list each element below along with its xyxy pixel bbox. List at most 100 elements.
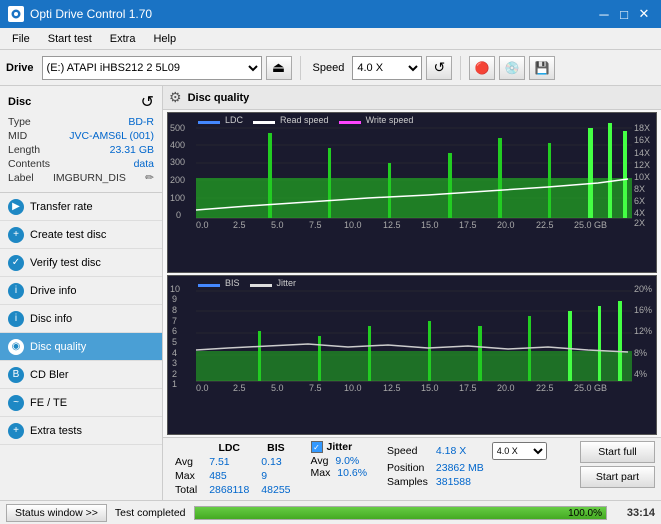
svg-text:2.5: 2.5	[233, 383, 246, 393]
app-logo	[8, 6, 24, 22]
stats-avg-row: Avg 7.51 0.13	[169, 455, 297, 469]
progress-text: 100.0%	[568, 507, 602, 520]
speed-info-value: 4.18 X	[432, 441, 488, 461]
bis-legend-color	[198, 284, 220, 287]
stats-total-row: Total 2868118 48255	[169, 483, 297, 497]
svg-text:18X: 18X	[634, 123, 650, 133]
position-value: 23862 MB	[432, 461, 488, 475]
ldc-legend: LDC	[198, 115, 243, 125]
svg-text:0: 0	[176, 210, 181, 220]
read-speed-legend-color	[253, 121, 275, 124]
col-bis: BIS	[255, 441, 296, 455]
menu-file[interactable]: File	[4, 31, 38, 47]
close-button[interactable]: ✕	[635, 5, 653, 23]
verify-test-disc-icon: ✓	[8, 255, 24, 271]
burn-button[interactable]: 💿	[499, 56, 525, 80]
stats-max-ldc: 485	[203, 469, 255, 483]
disc-mid-label: MID	[8, 130, 27, 142]
menubar: File Start test Extra Help	[0, 28, 661, 50]
samples-value: 381588	[432, 475, 488, 489]
app-title: Opti Drive Control 1.70	[30, 7, 152, 21]
sidebar-item-disc-info[interactable]: i Disc info	[0, 305, 162, 333]
settings-button[interactable]: 🔴	[469, 56, 495, 80]
bottom-legend: BIS Jitter	[198, 278, 296, 288]
disc-length-label: Length	[8, 144, 40, 156]
svg-text:16X: 16X	[634, 135, 650, 145]
start-full-button[interactable]: Start full	[580, 441, 655, 463]
sidebar-item-fe-te[interactable]: ~ FE / TE	[0, 389, 162, 417]
ldc-legend-label: LDC	[225, 115, 243, 125]
stats-total-bis: 48255	[255, 483, 296, 497]
start-part-button[interactable]: Start part	[580, 466, 655, 488]
maximize-button[interactable]: □	[615, 5, 633, 23]
svg-text:8: 8	[172, 305, 177, 315]
menu-start-test[interactable]: Start test	[40, 31, 100, 47]
bottom-chart-svg: 10 9 8 7 6 5 4 3 2 1 20% 16% 12% 8% 4%	[168, 276, 656, 435]
sidebar-item-cd-bler[interactable]: B CD Bler	[0, 361, 162, 389]
svg-text:1: 1	[172, 379, 177, 389]
sidebar-item-verify-test-disc[interactable]: ✓ Verify test disc	[0, 249, 162, 277]
svg-text:7.5: 7.5	[309, 383, 322, 393]
jitter-avg-row: Avg 9.0%	[311, 455, 368, 467]
sidebar-item-transfer-rate[interactable]: ▶ Transfer rate	[0, 193, 162, 221]
jitter-checkbox[interactable]: ✓	[311, 441, 323, 453]
svg-text:20.0: 20.0	[497, 383, 515, 393]
cd-bler-icon: B	[8, 367, 24, 383]
disc-label-edit-icon[interactable]: ✏	[145, 172, 154, 184]
read-speed-legend-label: Read speed	[280, 115, 329, 125]
refresh-button[interactable]: ↺	[426, 56, 452, 80]
disc-quality-title: Disc quality	[188, 92, 250, 104]
menu-extra[interactable]: Extra	[102, 31, 144, 47]
stats-avg-bis: 0.13	[255, 455, 296, 469]
stats-total-label: Total	[169, 483, 203, 497]
minimize-button[interactable]: ─	[595, 5, 613, 23]
stats-max-bis: 9	[255, 469, 296, 483]
svg-text:9: 9	[172, 294, 177, 304]
disc-label-row: Label IMGBURN_DIS ✏	[8, 172, 154, 184]
disc-contents-label: Contents	[8, 158, 50, 170]
stats-avg-ldc: 7.51	[203, 455, 255, 469]
status-window-button[interactable]: Status window >>	[6, 504, 107, 522]
svg-text:15.0: 15.0	[421, 220, 439, 230]
drive-select[interactable]: (E:) ATAPI iHBS212 2 5L09	[42, 56, 262, 80]
write-speed-legend-label: Write speed	[366, 115, 414, 125]
disc-type-value: BD-R	[128, 116, 154, 128]
jitter-legend: Jitter	[250, 278, 297, 288]
sidebar-item-disc-quality[interactable]: ◉ Disc quality	[0, 333, 162, 361]
ldc-bis-table: LDC BIS Avg 7.51 0.13 Max 485 9 Total	[169, 441, 297, 497]
speed-target-select[interactable]: 4.0 X	[492, 442, 547, 460]
jitter-max-row: Max 10.6%	[311, 467, 368, 479]
time-display: 33:14	[615, 507, 655, 519]
jitter-label: Jitter	[327, 441, 353, 453]
disc-mid-value: JVC-AMS6L (001)	[69, 130, 154, 142]
save-button[interactable]: 💾	[529, 56, 555, 80]
svg-text:0.0: 0.0	[196, 383, 209, 393]
svg-text:4%: 4%	[634, 369, 647, 379]
speed-info-label: Speed	[383, 441, 432, 461]
svg-text:15.0: 15.0	[421, 383, 439, 393]
sidebar-item-drive-info-label: Drive info	[30, 285, 76, 297]
svg-text:0.0: 0.0	[196, 220, 209, 230]
svg-text:10.0: 10.0	[344, 383, 362, 393]
statusbar: Status window >> Test completed 100.0% 3…	[0, 500, 661, 524]
svg-text:100: 100	[170, 193, 185, 203]
bis-legend: BIS	[198, 278, 240, 288]
status-text: Test completed	[115, 507, 186, 519]
sidebar-item-transfer-rate-label: Transfer rate	[30, 201, 93, 213]
svg-text:10X: 10X	[634, 172, 650, 182]
sidebar-item-create-test-disc[interactable]: + Create test disc	[0, 221, 162, 249]
svg-text:7: 7	[172, 316, 177, 326]
svg-text:14X: 14X	[634, 148, 650, 158]
speed-select[interactable]: 4.0 X	[352, 56, 422, 80]
menu-help[interactable]: Help	[145, 31, 184, 47]
svg-text:10: 10	[170, 284, 180, 294]
disc-mid-row: MID JVC-AMS6L (001)	[8, 130, 154, 142]
sidebar-item-drive-info[interactable]: i Drive info	[0, 277, 162, 305]
top-legend: LDC Read speed Write speed	[198, 115, 413, 125]
sidebar-item-extra-tests[interactable]: + Extra tests	[0, 417, 162, 445]
disc-contents-row: Contents data	[8, 158, 154, 170]
disc-refresh-icon[interactable]: ↺	[141, 92, 154, 112]
sidebar-item-cd-bler-label: CD Bler	[30, 369, 69, 381]
eject-button[interactable]: ⏏	[266, 56, 292, 80]
svg-text:22.5: 22.5	[536, 220, 554, 230]
